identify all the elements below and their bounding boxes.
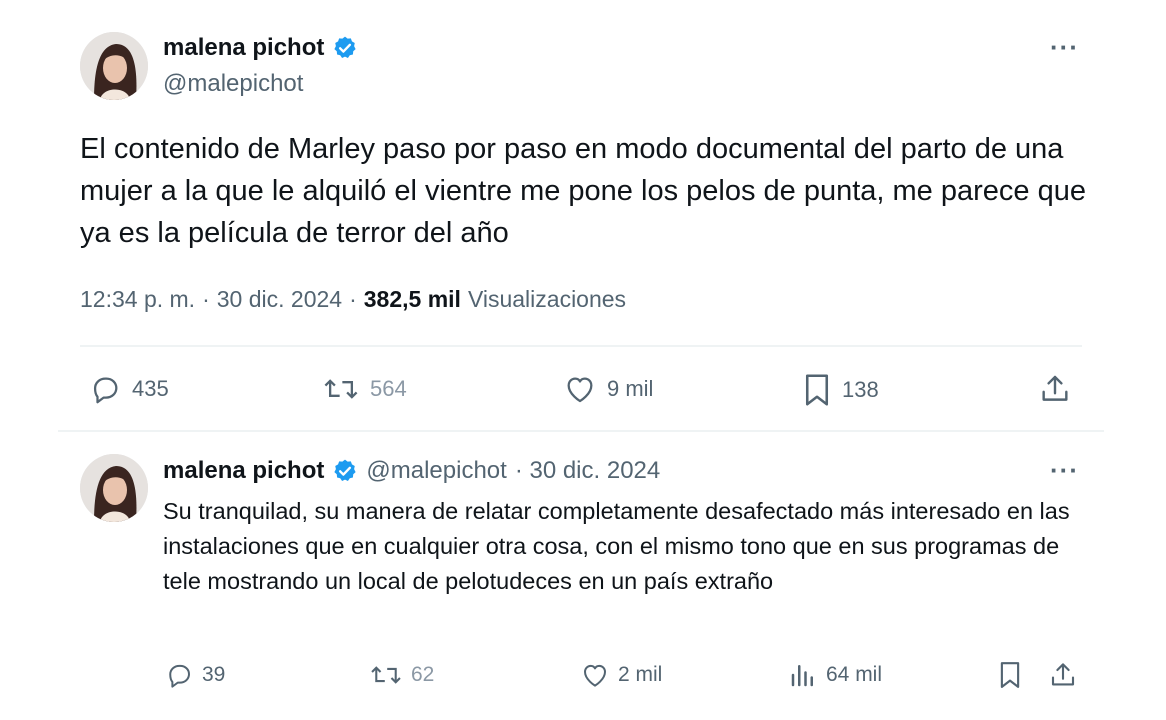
retweet-icon	[324, 379, 358, 399]
reply-text: Su tranquilad, su manera de relatar comp…	[163, 498, 1070, 594]
separator: ·	[202, 286, 210, 312]
retweet-icon	[371, 666, 401, 684]
share-icon	[1042, 375, 1068, 401]
share-icon	[1051, 663, 1075, 686]
like-count: 9 mil	[607, 376, 654, 401]
reply-date[interactable]: · 30 dic. 2024	[515, 457, 660, 485]
like-count: 2 mil	[618, 663, 663, 686]
views-label: Visualizaciones	[467, 286, 627, 312]
retweet-count: 62	[411, 663, 435, 686]
more-icon[interactable]: ···	[1050, 455, 1079, 486]
tweet-text: El contenido de Marley paso por paso en …	[80, 133, 1086, 249]
tweet-meta: 12:34 p. m. · 30 dic. 2024 · 382,5 mil V…	[80, 286, 626, 313]
bookmark-icon	[1000, 662, 1020, 688]
retweet-button[interactable]: 564	[322, 372, 407, 406]
views-count: 382,5 mil	[363, 286, 461, 312]
retweet-count: 564	[370, 376, 407, 401]
divider	[80, 345, 1082, 347]
bookmark-icon	[805, 374, 829, 406]
bookmark-count: 138	[842, 377, 879, 402]
verified-badge-icon	[334, 36, 356, 58]
like-button[interactable]: 2 mil	[580, 660, 662, 690]
reply-button[interactable]: 435	[88, 372, 169, 406]
views-count: 64 mil	[826, 663, 883, 686]
reply-icon	[93, 377, 118, 404]
reply-button[interactable]: 39	[164, 660, 225, 690]
verified-badge-icon	[334, 459, 356, 481]
tweet-date[interactable]: 30 dic. 2024	[217, 286, 342, 313]
reply-count: 39	[202, 663, 226, 686]
bookmark-button[interactable]: 138	[802, 372, 879, 408]
tweet-time[interactable]: 12:34 p. m.	[80, 286, 195, 313]
bookmark-button[interactable]	[997, 660, 1023, 690]
share-button[interactable]	[1038, 372, 1072, 406]
author-name[interactable]: malena pichot	[163, 34, 324, 62]
avatar[interactable]	[80, 32, 148, 100]
separator: ·	[349, 286, 357, 312]
like-icon	[584, 664, 606, 687]
more-icon[interactable]: ···	[1050, 32, 1079, 63]
reply-author-name[interactable]: malena pichot	[163, 457, 324, 485]
retweet-button[interactable]: 62	[369, 660, 434, 690]
like-icon	[567, 377, 593, 403]
reply-avatar[interactable]	[80, 454, 148, 522]
reply-icon	[169, 664, 190, 688]
reply-author-handle[interactable]: @malepichot	[366, 457, 506, 485]
views-button[interactable]: 64 mil	[788, 660, 882, 690]
like-button[interactable]: 9 mil	[563, 372, 653, 406]
avatar-image	[80, 454, 148, 522]
author-handle[interactable]: @malepichot	[163, 70, 303, 98]
reply-count: 435	[132, 376, 169, 401]
avatar-image	[80, 32, 148, 100]
views-icon	[791, 665, 813, 687]
divider	[58, 430, 1104, 432]
share-button[interactable]	[1048, 660, 1078, 690]
